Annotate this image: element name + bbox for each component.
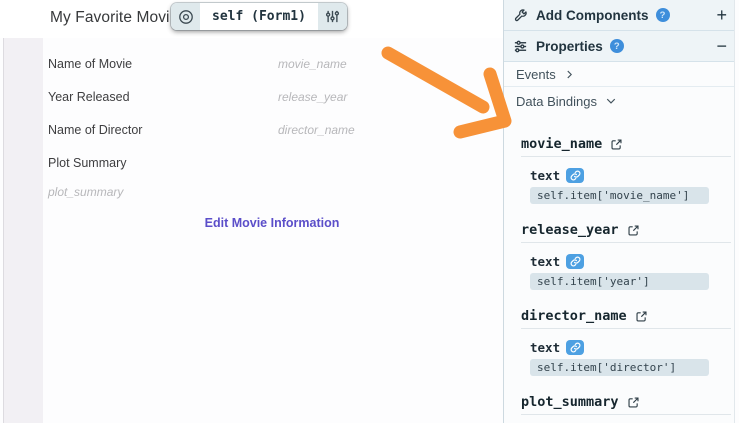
app-window: My Favorite Movie self (Form1) Name of M…	[0, 0, 739, 423]
binding-expression-input[interactable]: self.item['year']	[530, 273, 709, 290]
properties-panel: Add Components ? + Properties ? − Events…	[503, 0, 739, 423]
edit-movie-information-link[interactable]: Edit Movie Information	[44, 216, 500, 230]
page-title: My Favorite Movie	[50, 9, 179, 26]
data-bindings-section-toggle[interactable]: Data Bindings	[504, 87, 739, 115]
canvas-topbar: My Favorite Movie self (Form1)	[0, 0, 503, 38]
open-component-icon[interactable]	[627, 224, 640, 237]
open-component-icon[interactable]	[610, 138, 623, 151]
movie-name-textbox[interactable]: movie_name	[278, 57, 347, 71]
chevron-right-icon	[564, 68, 576, 80]
binding-expression-input[interactable]: self.item['director']	[530, 359, 709, 376]
binding-movie-name: movie_name text self.item['movie_name']	[521, 136, 731, 204]
add-component-plus-button[interactable]: +	[716, 6, 727, 24]
left-gutter	[3, 38, 43, 423]
director-name-textbox[interactable]: director_name	[278, 123, 355, 137]
binding-plot-summary: plot_summary text	[521, 394, 731, 423]
plot-summary-textarea[interactable]: plot_summary	[48, 185, 123, 199]
field-label-year: Year Released	[48, 90, 130, 104]
link-icon[interactable]	[566, 339, 585, 355]
panel-scrollbar-gutter[interactable]	[734, 0, 739, 423]
binding-property-label: text	[530, 253, 561, 269]
sliders-icon	[513, 38, 529, 54]
events-label: Events	[516, 66, 556, 82]
component-properties-button[interactable]	[317, 3, 347, 30]
add-components-label: Add Components	[536, 7, 649, 23]
preview-eye-button[interactable]	[171, 3, 200, 30]
field-label-director: Name of Director	[48, 123, 143, 137]
link-icon[interactable]	[566, 253, 585, 269]
component-selector-toolbar: self (Form1)	[171, 3, 347, 30]
selected-component-label[interactable]: self (Form1)	[200, 3, 318, 30]
binding-component-name: release_year	[521, 222, 619, 238]
eye-icon	[178, 9, 194, 25]
help-icon[interactable]: ?	[655, 8, 670, 22]
binding-component-name: movie_name	[521, 136, 603, 152]
binding-director-name: director_name text self.item['director']	[521, 308, 731, 376]
properties-label: Properties	[536, 38, 603, 54]
open-component-icon[interactable]	[635, 310, 648, 323]
binding-property-label: text	[530, 167, 561, 183]
chevron-down-icon	[605, 95, 617, 107]
field-label-movie: Name of Movie	[48, 57, 133, 71]
binding-component-name: director_name	[521, 308, 627, 324]
binding-property-label: text	[530, 339, 561, 355]
add-components-header[interactable]: Add Components ? +	[504, 0, 739, 31]
data-bindings-label: Data Bindings	[516, 93, 597, 109]
open-component-icon[interactable]	[627, 396, 640, 409]
binding-expression-input[interactable]: self.item['movie_name']	[530, 187, 709, 204]
data-bindings-list: movie_name text self.item['movie_name']	[521, 136, 731, 423]
sliders-icon	[325, 9, 340, 24]
events-section-toggle[interactable]: Events	[504, 62, 739, 87]
field-label-plot: Plot Summary	[48, 156, 127, 170]
release-year-textbox[interactable]: release_year	[278, 90, 347, 104]
binding-component-name: plot_summary	[521, 394, 619, 410]
binding-release-year: release_year text self.item['year']	[521, 222, 731, 290]
link-icon[interactable]	[566, 167, 585, 183]
collapse-properties-button[interactable]: −	[716, 37, 727, 55]
properties-header[interactable]: Properties ? −	[504, 31, 739, 62]
wrench-icon	[513, 7, 529, 23]
help-icon[interactable]: ?	[609, 39, 624, 53]
